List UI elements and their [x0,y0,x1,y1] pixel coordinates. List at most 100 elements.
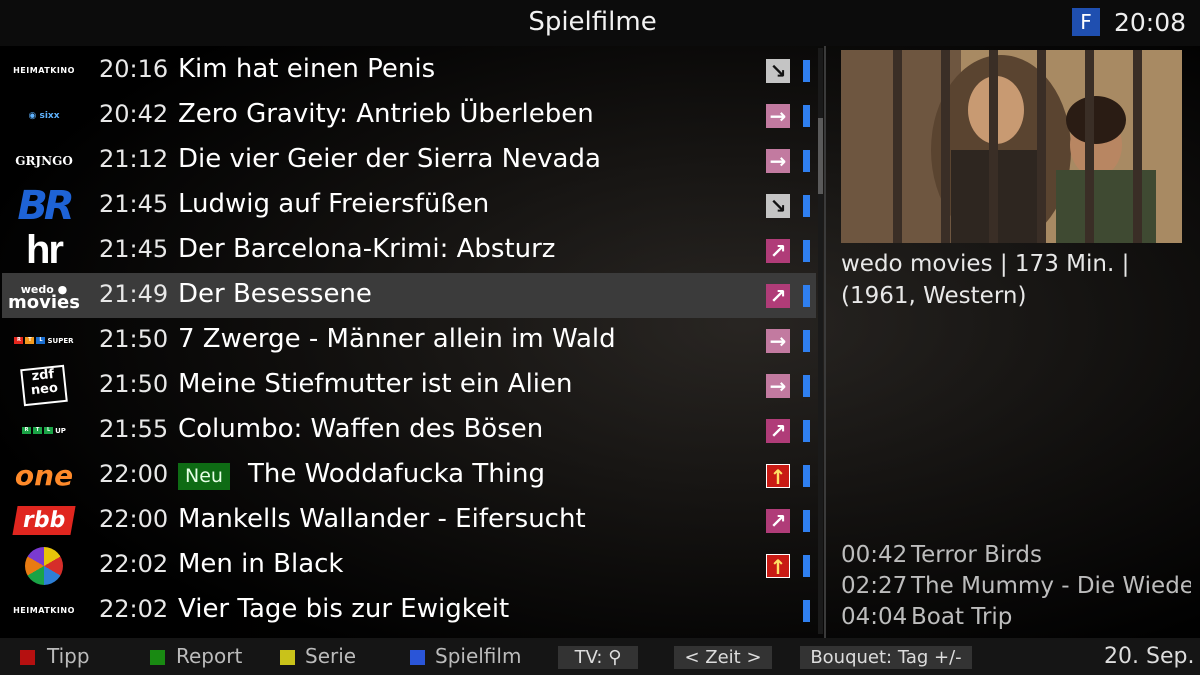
timeline-marker [803,150,810,172]
tv-search-button[interactable]: TV: ⚲ [558,646,638,669]
sat1-logo [8,546,80,585]
tipp-button[interactable]: Tipp [47,644,90,668]
heimatkino-logo: HEIMATKINO [13,66,75,75]
program-row[interactable]: one 22:00 Neu The Woddafucka Thing ↑ [2,453,816,498]
program-time: 21:50 [99,370,169,398]
br-logo: BR [17,182,74,229]
rating-arrow-icon: ↑ [766,554,790,579]
rating-arrow-icon: ↗ [766,509,790,533]
program-title: 7 Zwerge - Männer allein im Wald [178,324,616,354]
footer-bar: Tipp Report Serie Spielfilm TV: ⚲ < Zeit… [0,638,1200,675]
heimatkino-logo: HEIMATKINO [13,606,75,615]
timeline-marker [803,240,810,262]
sixx-logo: ◉ sixx [28,110,60,121]
movie-info-line1: wedo movies | 173 Min. | [841,251,1130,277]
upcoming-item: 04:04 Boat Trip [841,602,1191,633]
program-time: 22:02 [99,550,169,578]
program-title: Men in Black [178,549,344,579]
program-title: Die vier Geier der Sierra Nevada [178,144,601,174]
program-row[interactable]: wedo ● movies 21:49 Der Besessene ↗ [2,273,816,318]
program-row[interactable]: HEIMATKINO 20:16 Kim hat einen Penis ↘ [2,48,816,93]
program-title: Kim hat einen Penis [178,54,436,84]
upcoming-time: 02:27 [841,573,908,599]
blue-key-icon[interactable] [410,650,425,665]
program-time: 20:16 [99,55,169,83]
wedo-movies-logo: wedo ● movies [8,282,80,313]
program-title: Der Barcelona-Krimi: Absturz [178,234,556,264]
timeline-marker [803,195,810,217]
program-title: Zero Gravity: Antrieb Überleben [178,99,594,129]
program-time: 20:42 [99,100,169,128]
upcoming-title: The Mummy - Die Wiedergeburt [911,573,1191,599]
favorites-badge: F [1072,8,1100,36]
program-row[interactable]: zdf neo 21:50 Meine Stiefmutter ist ein Ali… [2,363,816,408]
green-key-icon[interactable] [150,650,165,665]
clock: 20:08 [1114,8,1187,37]
yellow-key-icon[interactable] [280,650,295,665]
timeline-marker [803,555,810,577]
spielfilm-button[interactable]: Spielfilm [435,644,521,668]
program-time: 21:55 [99,415,169,443]
program-row[interactable]: GRJNGO 21:12 Die vier Geier der Sierra Nev… [2,138,816,183]
program-row[interactable]: 22:02 Men in Black ↑ [2,543,816,588]
program-row[interactable]: RTL SUPER 21:50 7 Zwerge - Männer allein i… [2,318,816,363]
program-title: The Woddafucka Thing [248,459,545,489]
scrollbar-thumb[interactable] [818,118,823,194]
program-time: 21:50 [99,325,169,353]
rating-arrow-icon: ↗ [766,419,790,443]
upcoming-item: 02:27The Mummy - Die Wiedergeburt [841,571,1191,602]
bouquet-button[interactable]: Bouquet: Tag +/- [800,646,972,669]
upcoming-title: Boat Trip [911,604,1013,630]
serie-button[interactable]: Serie [305,644,356,668]
program-row[interactable]: ◉ sixx 20:42 Zero Gravity: Antrieb Überleb… [2,93,816,138]
rating-arrow-icon: ↗ [766,239,790,263]
grjngo-logo: GRJNGO [15,153,73,168]
program-title: Ludwig auf Freiersfüßen [178,189,490,219]
program-title: Meine Stiefmutter ist ein Alien [178,369,573,399]
program-row[interactable]: BR 21:45 Ludwig auf Freiersfüßen ↘ [2,182,816,229]
timeline-marker [803,285,810,307]
program-row[interactable]: HEIMATKINO 22:02 Vier Tage bis zur Ewigkei… [2,588,816,633]
program-time: 21:45 [99,235,169,263]
rating-arrow-icon: ↗ [766,284,790,308]
upcoming-list: 00:42 Terror Birds 02:27 The Mummy - Die Wi… [841,540,1191,633]
rating-arrow-icon: → [766,149,790,173]
header-bar: Spielfilme F 20:08 [0,0,1200,46]
program-row[interactable]: hr 21:45 Der Barcelona-Krimi: Absturz ↗ [2,228,816,273]
report-button[interactable]: Report [176,644,242,668]
new-badge: Neu [178,463,230,490]
timeline-marker [803,330,810,352]
timeline-marker [803,105,810,127]
rating-arrow-icon: ↘ [766,194,790,218]
upcoming-time: 00:42 [841,542,908,568]
program-time: 22:00 [99,505,169,533]
preview-still [841,50,1182,243]
rating-arrow-icon: → [766,104,790,128]
zeit-button[interactable]: < Zeit > [674,646,772,669]
timeline-marker [803,375,810,397]
red-key-icon[interactable] [20,650,35,665]
program-row[interactable]: rbb 22:00 Mankells Wallander - Eifersucht ↗ [2,498,816,543]
rating-arrow-icon: → [766,329,790,353]
rating-arrow-icon: ↑ [766,464,790,489]
movie-info-line2: (1961, Western) [841,283,1027,309]
upcoming-item: 00:42 Terror Birds [841,540,1191,571]
program-time: 21:12 [99,145,169,173]
timeline-marker [803,60,810,82]
program-row[interactable]: RTL UP 21:55 Columbo: Waffen des Bösen ↗ [2,408,816,453]
timeline-marker [803,420,810,442]
rtl-super-logo: RTL SUPER [8,322,80,359]
program-time: 21:49 [99,280,169,308]
program-title: Vier Tage bis zur Ewigkeit [178,594,510,624]
zdfneo-logo: zdf neo [8,364,80,407]
program-time: 22:02 [99,595,169,623]
program-title: Columbo: Waffen des Bösen [178,414,544,444]
hr-logo: hr [26,228,64,272]
timeline-marker [803,600,810,622]
program-time: 21:45 [99,190,169,218]
program-time: 22:00 [99,460,169,488]
program-title: Der Besessene [178,279,372,309]
program-title: Mankells Wallander - Eifersucht [178,504,586,534]
rtl-up-logo: RTL UP [8,412,80,449]
movie-preview-image [841,50,1182,243]
